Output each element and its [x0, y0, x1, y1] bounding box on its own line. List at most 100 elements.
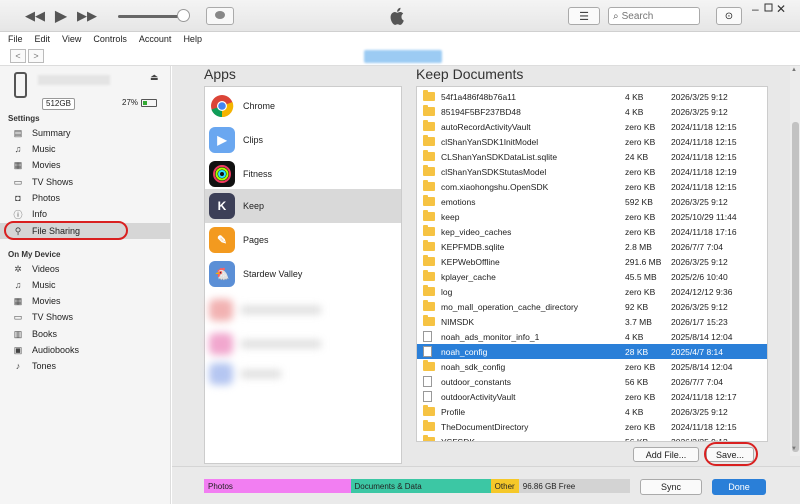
document-row[interactable]: com.xiaohongshu.OpenSDK zero KB 2024/11/18… — [417, 179, 767, 194]
document-row[interactable]: keep zero KB 2025/10/29 11:44 — [417, 209, 767, 224]
documents-header: Keep Documents — [416, 66, 524, 82]
blurred-app-item[interactable] — [209, 333, 359, 355]
download-button[interactable]: ⊙ — [716, 7, 742, 25]
document-row[interactable]: TheDocumentDirectory zero KB 2024/11/18 12… — [417, 419, 767, 434]
document-row[interactable]: 54f1a486f48b76a11 4 KB 2026/3/25 9:12 — [417, 89, 767, 104]
document-row[interactable]: log zero KB 2024/12/12 9:36 — [417, 284, 767, 299]
sidebar-item-device-movies[interactable]: ▦ Movies — [0, 293, 170, 309]
document-size: zero KB — [625, 421, 656, 432]
scroll-down-icon[interactable]: ▼ — [791, 446, 797, 452]
app-item-fitness[interactable]: Fitness — [205, 157, 401, 191]
document-row[interactable]: Profile 4 KB 2026/3/25 9:12 — [417, 404, 767, 419]
app-item-clips[interactable]: ▶ Clips — [205, 123, 401, 157]
document-row[interactable]: KEPFMDB.sqlite 2.8 MB 2026/7/7 7:04 — [417, 239, 767, 254]
sidebar-item-tv-shows[interactable]: ▭ TV Shows — [0, 174, 170, 190]
document-row[interactable]: noah_ads_monitor_info_1 4 KB 2025/8/14 12:… — [417, 329, 767, 344]
search-input[interactable] — [621, 10, 692, 22]
sidebar-item-tones[interactable]: ♪ Tones — [0, 358, 170, 374]
document-date: 2026/3/25 9:12 — [671, 106, 728, 117]
document-row[interactable]: outdoorActivityVault zero KB 2024/11/18 12… — [417, 389, 767, 404]
document-row[interactable]: 85194F5BF237BD48 4 KB 2026/3/25 9:12 — [417, 104, 767, 119]
scrollbar[interactable]: ▲ ▼ — [790, 66, 800, 456]
sidebar-item-audiobooks[interactable]: ▣ Audiobooks — [0, 342, 170, 358]
document-date: 2024/12/12 9:36 — [671, 286, 733, 297]
app-item-chrome[interactable]: Chrome — [205, 89, 401, 123]
add-file-button[interactable]: Add File... — [633, 447, 699, 462]
document-date: 2025/8/14 12:04 — [671, 331, 733, 342]
sidebar-item-photos[interactable]: ◘ Photos — [0, 190, 170, 206]
sync-button[interactable]: Sync — [640, 479, 702, 495]
document-row[interactable]: NIMSDK 3.7 MB 2026/1/7 15:23 — [417, 314, 767, 329]
document-row[interactable]: outdoor_constants 56 KB 2026/7/7 7:04 — [417, 374, 767, 389]
menu-controls[interactable]: Controls — [93, 34, 127, 44]
menu-view[interactable]: View — [62, 34, 81, 44]
back-button[interactable]: < — [10, 49, 26, 63]
sidebar-item-books[interactable]: ▥ Books — [0, 326, 170, 342]
app-item-keep[interactable]: K Keep — [205, 189, 401, 223]
document-row[interactable]: kep_video_caches zero KB 2024/11/18 17:16 — [417, 224, 767, 239]
eject-icon[interactable]: ⏏ — [150, 72, 159, 83]
scrollbar-thumb[interactable] — [792, 122, 799, 452]
apps-list: Chrome ▶ Clips Fitness K Keep ✎ Pages 🐔 … — [204, 86, 402, 464]
sidebar-item-device-music[interactable]: ♫ Music — [0, 277, 170, 293]
document-size: zero KB — [625, 181, 656, 192]
menu-file[interactable]: File — [8, 34, 23, 44]
scroll-up-icon[interactable]: ▲ — [791, 67, 797, 73]
highlight-oval — [4, 221, 128, 240]
minimize-icon[interactable]: – — [752, 2, 759, 16]
menu-help[interactable]: Help — [183, 34, 202, 44]
list-view-button[interactable]: ☰ — [568, 7, 600, 25]
battery-icon — [141, 99, 157, 107]
folder-icon — [423, 360, 437, 371]
maximize-icon[interactable] — [764, 2, 774, 12]
document-row[interactable]: clShanYanSDK1InitModel zero KB 2024/11/18 … — [417, 134, 767, 149]
sidebar-item-summary[interactable]: ▤ Summary — [0, 125, 170, 141]
fast-forward-icon[interactable]: ▶▶ — [76, 6, 98, 26]
menu-edit[interactable]: Edit — [35, 34, 51, 44]
done-button[interactable]: Done — [712, 479, 766, 495]
volume-slider[interactable] — [118, 15, 184, 18]
document-row[interactable]: KEPWebOffline 291.6 MB 2026/3/25 9:12 — [417, 254, 767, 269]
document-row[interactable]: CLShanYanSDKDataList.sqlite 24 KB 2024/11/… — [417, 149, 767, 164]
device-title-button[interactable] — [364, 50, 442, 63]
document-row[interactable]: noah_sdk_config zero KB 2025/8/14 12:04 — [417, 359, 767, 374]
document-name: 54f1a486f48b76a11 — [441, 91, 517, 102]
list-icon: ☰ — [579, 10, 589, 23]
document-name: CLShanYanSDKDataList.sqlite — [441, 151, 558, 162]
folder-icon — [423, 315, 437, 326]
airplay-icon[interactable] — [206, 7, 234, 25]
app-item-stardew-valley[interactable]: 🐔 Stardew Valley — [205, 257, 401, 291]
document-row[interactable]: YSFSDK 56 KB 2026/3/25 9:12 — [417, 434, 767, 441]
sidebar-item-videos[interactable]: ✲ Videos — [0, 261, 170, 277]
storage-segment: Other — [490, 479, 519, 493]
rewind-icon[interactable]: ◀◀ — [24, 6, 46, 26]
document-size: 3.7 MB — [625, 316, 652, 327]
app-item-label: Keep — [243, 201, 265, 211]
menu-account[interactable]: Account — [139, 34, 172, 44]
sidebar-item-movies[interactable]: ▦ Movies — [0, 157, 170, 173]
folder-icon — [423, 150, 437, 161]
document-name: outdoor_constants — [441, 376, 511, 387]
blurred-app-item[interactable] — [209, 363, 359, 385]
document-row[interactable]: emotions 592 KB 2026/3/25 9:12 — [417, 194, 767, 209]
sidebar-item-label: Photos — [32, 193, 61, 203]
document-row[interactable]: autoRecordActivityVault zero KB 2024/11/18… — [417, 119, 767, 134]
blurred-app-item[interactable] — [209, 299, 359, 321]
play-icon[interactable]: ▶ — [50, 6, 72, 26]
volume-knob[interactable] — [177, 9, 190, 22]
sidebar-item-label: Audiobooks — [32, 345, 80, 355]
forward-button[interactable]: > — [28, 49, 44, 63]
sidebar-item-device-tv-shows[interactable]: ▭ TV Shows — [0, 309, 170, 325]
search-box[interactable]: ⌕ — [608, 7, 700, 25]
document-row[interactable]: clShanYanSDKStutasModel zero KB 2024/11/18… — [417, 164, 767, 179]
folder-icon — [423, 165, 437, 176]
sidebar-item-music[interactable]: ♫ Music — [0, 141, 170, 157]
document-row[interactable]: noah_config 28 KB 2025/4/7 8:14 — [417, 344, 767, 359]
app-item-pages[interactable]: ✎ Pages — [205, 223, 401, 257]
sidebar-item-info[interactable]: ⓘ Info — [0, 206, 170, 222]
close-icon[interactable]: ✕ — [776, 2, 786, 16]
folder-icon — [423, 405, 437, 416]
document-row[interactable]: mo_mall_operation_cache_directory 92 KB 20… — [417, 299, 767, 314]
document-row[interactable]: kplayer_cache 45.5 MB 2025/2/6 10:40 — [417, 269, 767, 284]
sidebar-item-label: Info — [32, 209, 48, 219]
